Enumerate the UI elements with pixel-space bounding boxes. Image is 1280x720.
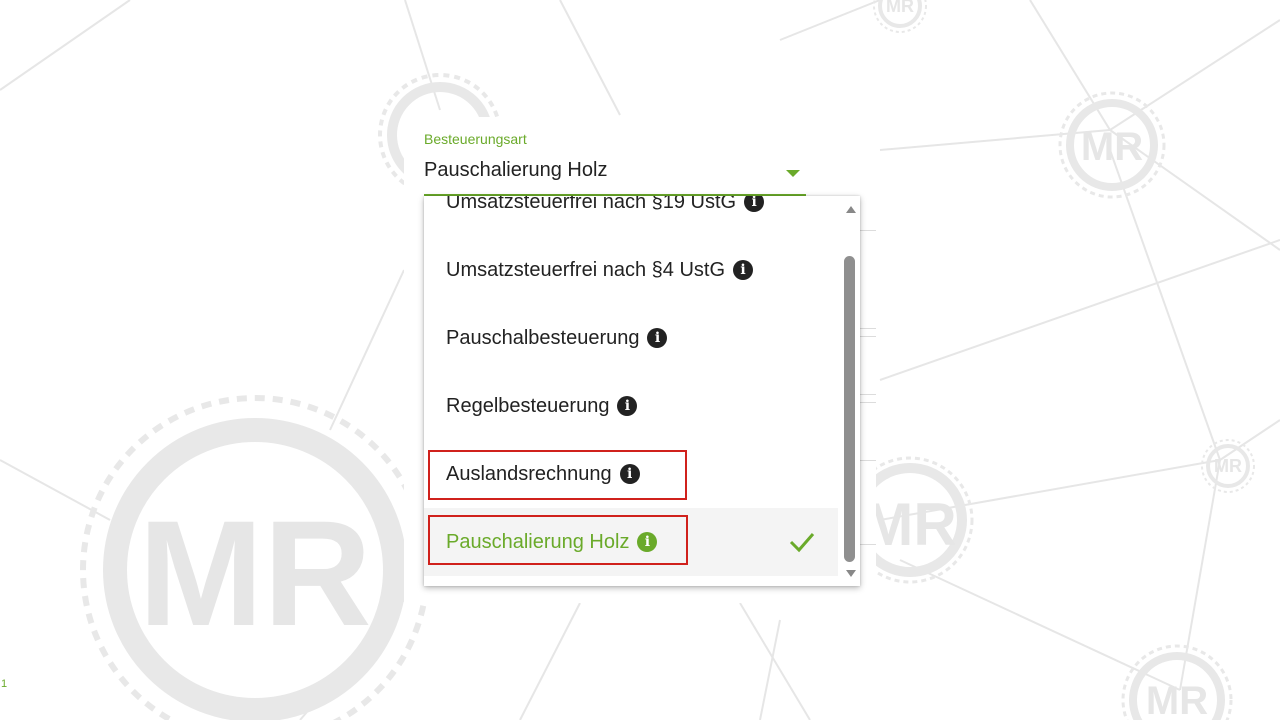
logo-text: MR [1146, 679, 1208, 720]
scrollbar[interactable] [842, 196, 860, 586]
highlight-box-pauschalierung-holz [428, 515, 688, 565]
scroll-down-icon[interactable] [846, 570, 856, 577]
option-pauschalbesteuerung[interactable]: Pauschalbesteuerung i [424, 304, 838, 372]
select-field-value[interactable]: Pauschalierung Holz [424, 159, 607, 182]
logo-text-large: MR [138, 489, 371, 657]
option-label: Pauschalbesteuerung [446, 326, 640, 349]
info-icon[interactable]: i [647, 328, 668, 348]
logo-text: MR [1081, 125, 1143, 169]
info-icon[interactable]: i [617, 396, 638, 416]
option-label: Regelbesteuerung [446, 394, 610, 417]
logo-text: MR [886, 0, 914, 16]
option-label: Umsatzsteuerfrei nach §19 UstG [446, 196, 737, 213]
logo-text: MR [863, 491, 956, 558]
field-label: Besteuerungsart [424, 131, 527, 147]
option-umsatzsteuerfrei-4[interactable]: Umsatzsteuerfrei nach §4 UstG i [424, 236, 838, 304]
logo-text: MR [1214, 456, 1242, 476]
chevron-down-icon[interactable] [786, 170, 800, 177]
option-label: Umsatzsteuerfrei nach §4 UstG [446, 258, 725, 281]
scroll-up-icon[interactable] [846, 206, 856, 213]
info-icon[interactable]: i [744, 196, 765, 212]
info-icon[interactable]: i [733, 260, 753, 280]
option-regelbesteuerung[interactable]: Regelbesteuerung i [424, 372, 838, 440]
highlight-box-auslandsrechnung [428, 450, 687, 500]
option-umsatzsteuerfrei-19[interactable]: Umsatzsteuerfrei nach §19 UstG i [424, 196, 838, 236]
scrollbar-thumb[interactable] [844, 256, 855, 562]
check-icon [789, 533, 815, 553]
slide-number: 1 [1, 678, 8, 690]
